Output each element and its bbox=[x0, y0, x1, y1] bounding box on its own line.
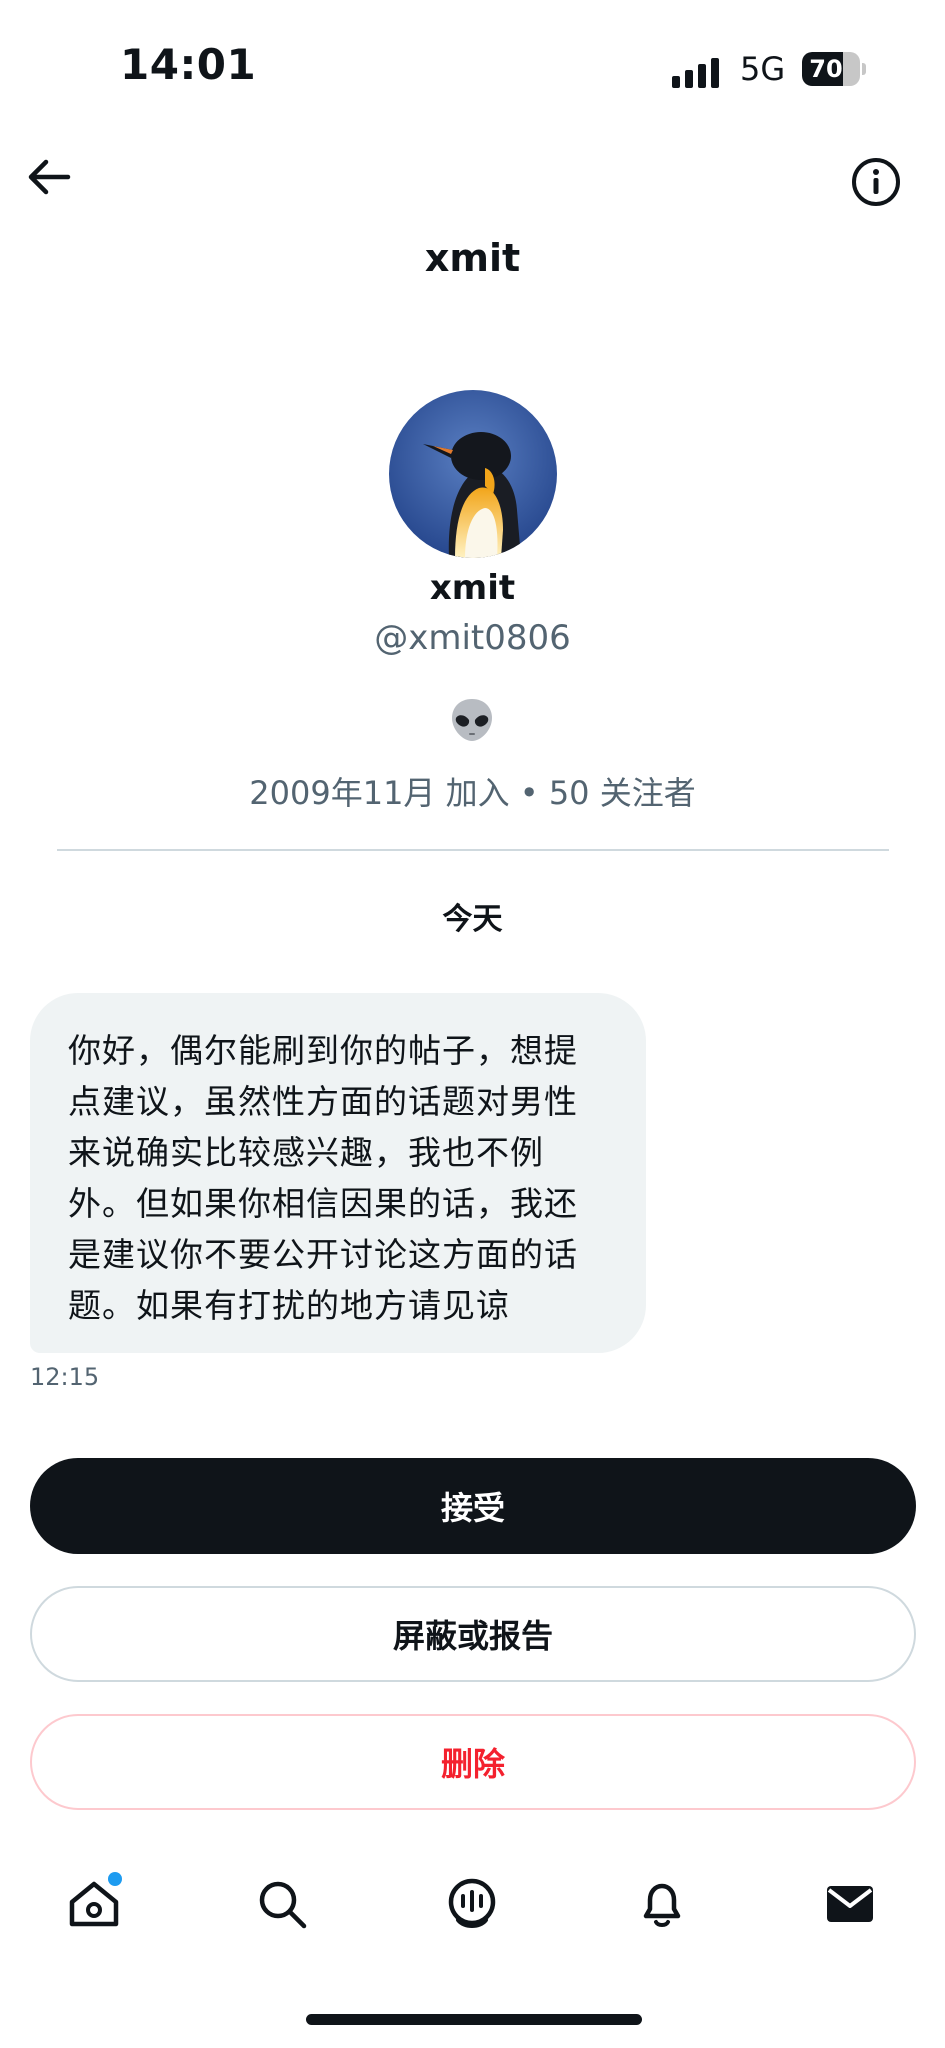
network-label: 5G bbox=[740, 50, 786, 88]
profile-meta: 2009年11月 加入 • 50 关注者 bbox=[249, 774, 696, 812]
profile-handle: @xmit0806 bbox=[374, 618, 571, 658]
home-notification-dot bbox=[108, 1872, 122, 1886]
divider bbox=[57, 849, 889, 851]
message-text: 你好，偶尔能刷到你的帖子，想提 点建议，虽然性方面的话题对男性 来说确实比较感兴… bbox=[68, 1025, 612, 1331]
message-line: 你好，偶尔能刷到你的帖子，想提 bbox=[68, 1031, 578, 1070]
messages-icon[interactable] bbox=[822, 1876, 878, 1932]
block-or-report-button[interactable]: 屏蔽或报告 bbox=[30, 1586, 916, 1682]
search-icon[interactable] bbox=[254, 1876, 310, 1932]
battery-percent: 70 bbox=[809, 55, 843, 83]
back-arrow-icon[interactable] bbox=[22, 150, 76, 204]
status-time: 14:01 bbox=[120, 40, 257, 89]
notifications-icon[interactable] bbox=[634, 1876, 690, 1932]
message-time: 12:15 bbox=[30, 1363, 100, 1391]
message-line: 外。但如果你相信因果的话，我还 bbox=[68, 1184, 578, 1223]
battery-icon: 70 bbox=[802, 52, 866, 86]
avatar[interactable] bbox=[389, 390, 557, 558]
message-line: 题。如果有打扰的地方请见谅 bbox=[68, 1286, 510, 1325]
message-line: 点建议，虽然性方面的话题对男性 bbox=[68, 1082, 578, 1121]
message-line: 来说确实比较感兴趣，我也不例 bbox=[68, 1133, 544, 1172]
delete-button[interactable]: 删除 bbox=[30, 1714, 916, 1810]
message-bubble[interactable]: 你好，偶尔能刷到你的帖子，想提 点建议，虽然性方面的话题对男性 来说确实比较感兴… bbox=[30, 993, 646, 1353]
profile-name: xmit bbox=[429, 568, 516, 608]
signal-icon bbox=[672, 58, 719, 88]
home-indicator bbox=[306, 2014, 642, 2025]
accept-button[interactable]: 接受 bbox=[30, 1458, 916, 1554]
message-line: 是建议你不要公开讨论这方面的话 bbox=[68, 1235, 578, 1274]
conversation-title: xmit bbox=[424, 236, 521, 280]
spaces-icon[interactable] bbox=[444, 1876, 500, 1932]
alien-icon bbox=[452, 699, 492, 741]
info-icon[interactable] bbox=[850, 156, 902, 208]
day-label: 今天 bbox=[442, 902, 503, 937]
